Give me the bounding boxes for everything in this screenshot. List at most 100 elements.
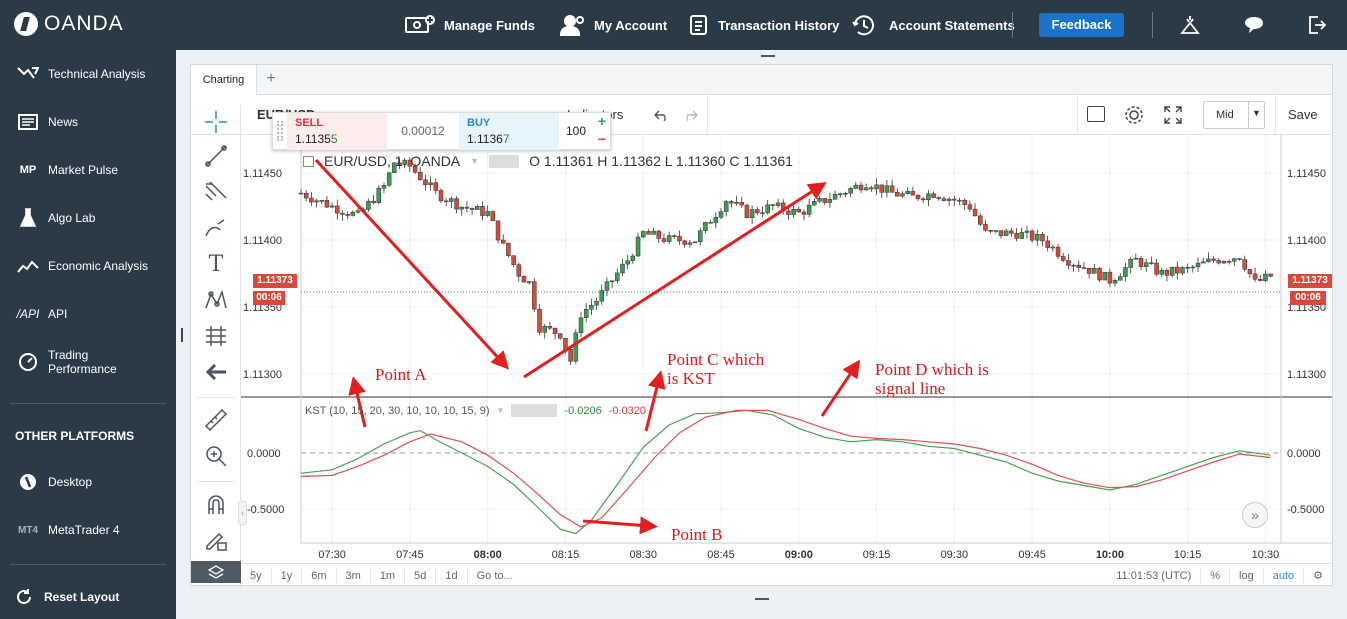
undo-icon[interactable] — [654, 108, 670, 122]
alert-bell-icon[interactable] — [1178, 13, 1202, 37]
account-statements-button[interactable]: Account Statements — [851, 0, 1015, 50]
candle — [661, 238, 667, 242]
range-5d[interactable]: 5d — [405, 568, 437, 583]
range-5y[interactable]: 5y — [241, 568, 272, 583]
trend-line-tool[interactable] — [203, 143, 229, 169]
units-input[interactable]: 100 — [559, 113, 593, 150]
sidebar-item-desktop[interactable]: Desktop — [0, 462, 176, 502]
candle — [366, 200, 371, 210]
candle — [526, 281, 532, 283]
tab-charting[interactable]: Charting — [191, 65, 257, 95]
resize-handle-bottom[interactable] — [755, 598, 769, 600]
price-type-select[interactable]: Mid ▼ — [1203, 101, 1265, 129]
sidebar-item-algo-lab[interactable]: Algo Lab — [0, 198, 176, 238]
candle — [843, 193, 848, 195]
candle — [791, 209, 796, 215]
indicator-controls-icons[interactable] — [511, 404, 558, 417]
add-tab-button[interactable]: + — [259, 65, 283, 95]
chat-icon[interactable] — [1242, 13, 1266, 37]
candle — [889, 185, 895, 193]
chevron-down-icon[interactable]: ▼ — [496, 406, 504, 415]
prediction-icon — [206, 326, 226, 346]
gauge-icon — [17, 352, 39, 372]
sell-button[interactable]: SELL 1.11355 — [287, 113, 387, 150]
text-tool-icon[interactable]: T — [203, 251, 229, 277]
range-1y[interactable]: 1y — [272, 568, 303, 583]
ruler-tool[interactable] — [203, 407, 229, 433]
candle — [832, 194, 838, 200]
chevron-down-icon[interactable]: ▼ — [470, 156, 479, 166]
annotation-point-a: Point A — [375, 365, 427, 384]
candle — [687, 242, 693, 245]
scroll-to-latest-button[interactable]: » — [1242, 502, 1268, 528]
lock-drawings-tool[interactable] — [203, 527, 229, 553]
candle — [495, 220, 501, 241]
buy-button[interactable]: BUY 1.11367 — [459, 113, 559, 150]
candle — [682, 240, 687, 245]
crosshair-tool[interactable] — [203, 109, 229, 135]
hide-toolbar-button[interactable] — [203, 359, 229, 385]
range-1m[interactable]: 1m — [371, 568, 406, 583]
chart-settings-gear-icon[interactable]: ⚙ — [1304, 569, 1332, 583]
candle — [853, 184, 859, 189]
arrow-left-icon — [205, 363, 226, 381]
brush-icon — [205, 219, 225, 237]
brush-tool[interactable] — [203, 215, 229, 241]
sidebar-item-metatrader-4[interactable]: MT4 MetaTrader 4 — [0, 510, 176, 550]
goto-button[interactable]: Go to... — [468, 569, 522, 583]
time-tick-label: 08:45 — [707, 549, 735, 561]
sidebar-item-market-pulse[interactable]: MP Market Pulse — [0, 150, 176, 190]
feedback-button[interactable]: Feedback — [1039, 13, 1124, 37]
price-badge-left: 1.11373 — [253, 274, 297, 288]
fib-tool[interactable] — [203, 179, 229, 205]
magnet-tool[interactable] — [203, 491, 229, 517]
candle — [703, 222, 708, 231]
increase-units-button[interactable]: + — [593, 113, 611, 131]
range-3m[interactable]: 3m — [337, 568, 371, 583]
transaction-history-button[interactable]: Transaction History — [688, 0, 839, 50]
measure-tool[interactable] — [203, 323, 229, 349]
candle — [744, 204, 750, 218]
sidebar-item-trading-performance[interactable]: Trading Performance — [0, 342, 176, 382]
candle — [309, 197, 314, 203]
percent-toggle[interactable]: % — [1201, 568, 1231, 583]
auto-toggle[interactable]: auto — [1264, 568, 1305, 583]
eye-gear-icons[interactable] — [489, 154, 520, 168]
sidebar-item-news[interactable]: News — [0, 102, 176, 142]
decrease-units-button[interactable]: − — [593, 131, 611, 149]
chart-title: EUR/USD, 1, OANDA — [324, 153, 461, 169]
settings-gear-icon[interactable] — [1123, 104, 1145, 126]
redo-icon[interactable] — [682, 108, 698, 122]
candle — [558, 333, 563, 339]
candle — [905, 191, 910, 194]
candle — [1143, 262, 1149, 267]
expand-icon[interactable] — [1163, 105, 1183, 125]
sidebar-item-economic-analysis[interactable]: Economic Analysis — [0, 246, 176, 286]
candle — [651, 230, 656, 235]
oanda-logo[interactable]: OANDA — [14, 12, 124, 36]
resize-handle-top[interactable] — [761, 55, 775, 57]
log-toggle[interactable]: log — [1230, 568, 1264, 583]
sidebar-item-technical-analysis[interactable]: Technical Analysis — [0, 54, 176, 94]
reset-layout-button[interactable]: Reset Layout — [0, 577, 176, 617]
pattern-tool[interactable] — [203, 287, 229, 313]
range-6m[interactable]: 6m — [302, 568, 337, 583]
zoom-tool[interactable] — [203, 443, 229, 469]
range-1d[interactable]: 1d — [436, 568, 468, 583]
chart-area[interactable]: 1.11450 1.114501.11400 1.114001.11350 1.113… — [241, 135, 1332, 563]
fullscreen-window-icon[interactable] — [1087, 106, 1105, 122]
manage-funds-button[interactable]: Manage Funds — [404, 0, 535, 50]
object-tree-button[interactable] — [191, 561, 241, 583]
logout-icon[interactable] — [1304, 13, 1328, 37]
candle — [1107, 271, 1113, 284]
collapse-legend-icon[interactable] — [303, 155, 314, 167]
candle — [475, 206, 480, 210]
resize-handle-left[interactable] — [181, 328, 183, 342]
my-account-button[interactable]: My Account — [560, 0, 667, 50]
sidebar-item-api[interactable]: /API API — [0, 294, 176, 334]
candle — [625, 260, 630, 265]
save-button[interactable]: Save — [1288, 107, 1318, 122]
candle — [801, 211, 807, 215]
candle — [1149, 262, 1154, 264]
drag-handle-icon[interactable] — [277, 121, 283, 141]
